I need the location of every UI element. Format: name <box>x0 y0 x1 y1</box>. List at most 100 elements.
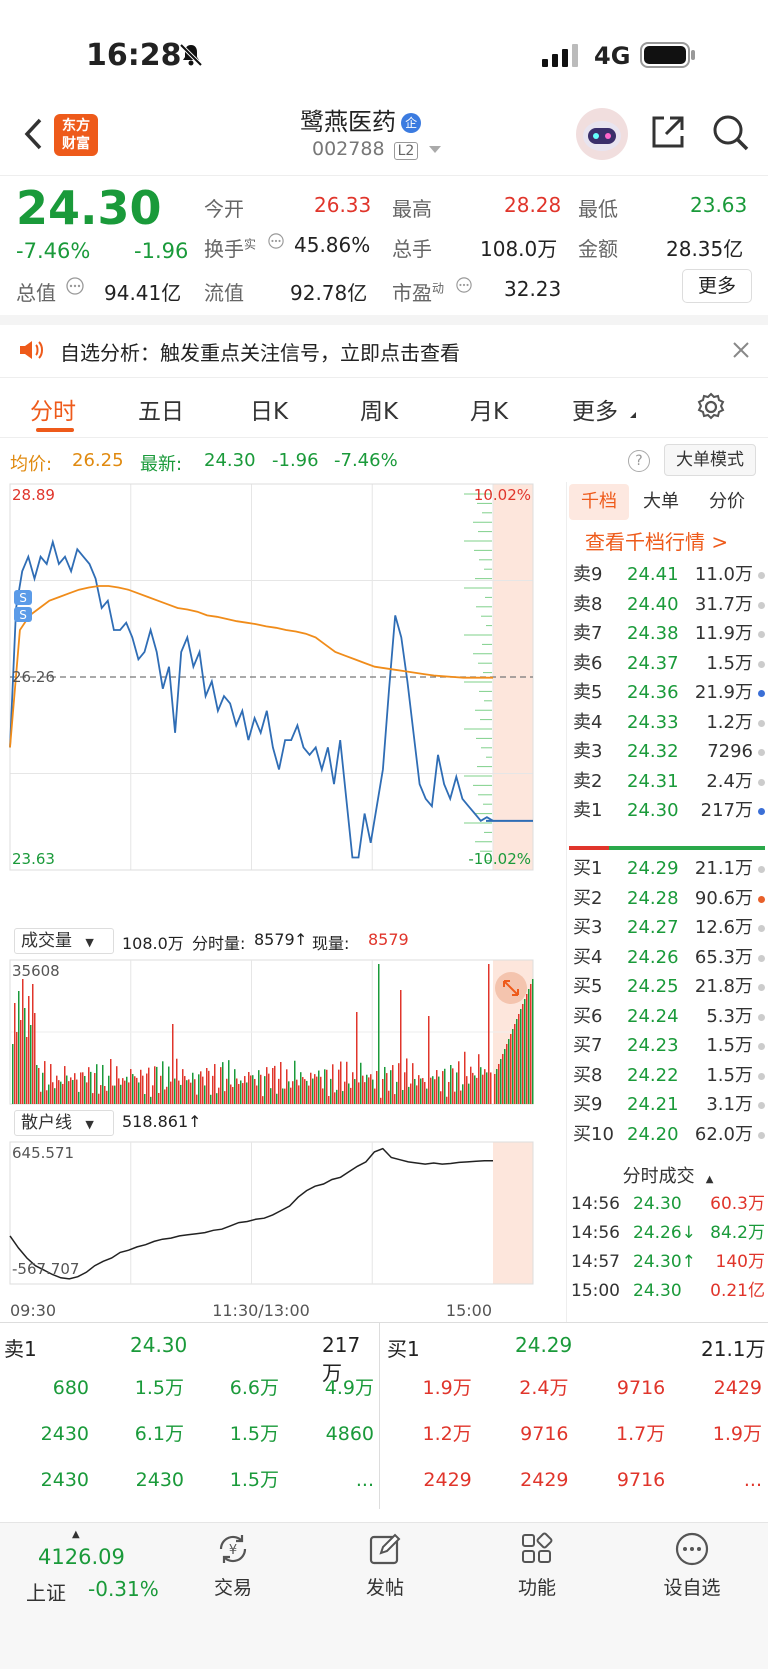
volume-bar <box>372 1079 374 1104</box>
nav-functions[interactable]: 功能 <box>504 1531 570 1611</box>
turnover-info-icon[interactable] <box>268 233 284 249</box>
x-label-close: 15:00 <box>446 1301 492 1320</box>
intraday-info-line: 均价: 26.25 最新: 24.30 -1.96 -7.46% ? 大单模式 <box>0 440 768 482</box>
close-icon[interactable] <box>732 341 750 359</box>
tab-depth[interactable]: 千档 <box>569 484 629 520</box>
volume-bar <box>500 1059 502 1104</box>
back-icon[interactable] <box>22 116 46 152</box>
queue-order-size: 6.1万 <box>134 1423 184 1445</box>
queue-row: 2430 6.1万 1.5万 4860 <box>0 1411 380 1457</box>
ask-level-row[interactable]: 卖7 24.38 11.9万 <box>567 619 768 649</box>
bid-level-label: 买3 <box>573 917 603 938</box>
stock-title[interactable]: 鹭燕医药 企 <box>300 102 500 137</box>
ask-level-row[interactable]: 卖4 24.33 1.2万 <box>567 708 768 738</box>
bid-level-row[interactable]: 买9 24.21 3.1万 <box>567 1090 768 1120</box>
trades-header[interactable]: 分时成交 ▲ <box>567 1162 768 1190</box>
queue-order-size: 1.5万 <box>229 1469 279 1491</box>
ask-level-row[interactable]: 卖9 24.41 11.0万 <box>567 560 768 590</box>
volume-bar <box>92 1093 94 1104</box>
bid-level-volume: 3.1万 <box>706 1094 753 1115</box>
bid-level-row[interactable]: 买10 24.20 62.0万 <box>567 1120 768 1150</box>
index-ticker[interactable]: ▲ 4126.09 上证 -0.31% <box>20 1529 170 1609</box>
ask-level-row[interactable]: 卖8 24.40 31.7万 <box>567 590 768 620</box>
trade-volume: 84.2万 <box>710 1223 765 1243</box>
nav-trade[interactable]: ¥ 交易 <box>200 1531 266 1611</box>
volume-bar <box>116 1066 118 1104</box>
volume-bar <box>126 1076 128 1104</box>
volume-bar <box>186 1080 188 1104</box>
ask-level-volume: 1.5万 <box>706 652 753 674</box>
tab-big-order[interactable]: 大单 <box>643 484 679 520</box>
nav-functions-label: 功能 <box>517 1577 556 1599</box>
ask-level-row[interactable]: 卖3 24.32 7296 <box>567 737 768 767</box>
volume-bar <box>324 1069 326 1104</box>
volume-bar <box>268 1073 270 1104</box>
trade-volume: 60.3万 <box>710 1194 765 1214</box>
bid-level-row[interactable]: 买5 24.25 21.8万 <box>567 972 768 1002</box>
retail-line-chart[interactable]: 645.571 -567.707 09:30 11:30/13:00 15:00 <box>0 1140 565 1320</box>
volume-bar <box>498 1064 500 1104</box>
retail-line-selector[interactable]: 散户线 ▼ <box>14 1110 114 1136</box>
volume-bar <box>68 1081 70 1104</box>
volume-bar <box>312 1078 314 1104</box>
settings-gear-icon[interactable] <box>696 392 726 422</box>
volume-bar <box>422 1078 424 1104</box>
ask-level-dot <box>758 749 765 756</box>
bid-level-volume: 62.0万 <box>694 1123 753 1145</box>
volume-bar <box>310 1072 312 1104</box>
volume-bar <box>288 1081 290 1104</box>
search-icon[interactable] <box>712 114 750 152</box>
volume-bar <box>48 1084 50 1104</box>
tab-monthly-k[interactable]: 月K <box>470 392 508 426</box>
volume-bar <box>502 1054 504 1104</box>
pe-info-icon[interactable] <box>456 277 472 293</box>
bid-level-label: 买6 <box>573 1005 603 1027</box>
bid-level-row[interactable]: 买2 24.28 90.6万 <box>567 884 768 914</box>
bid-level-row[interactable]: 买3 24.27 12.6万 <box>567 913 768 943</box>
bid-level-row[interactable]: 买6 24.24 5.3万 <box>567 1002 768 1032</box>
mktcap-info-icon[interactable] <box>66 277 84 295</box>
volume-chart[interactable]: 35608 <box>0 958 565 1106</box>
depth-quote-link[interactable]: 查看千档行情 > <box>585 526 728 555</box>
ask-level-row[interactable]: 卖1 24.30 217万 <box>567 796 768 826</box>
nav-post[interactable]: 发帖 <box>352 1531 418 1611</box>
big-order-mode-button[interactable]: 大单模式 <box>664 444 756 476</box>
stock-code-row[interactable]: 002788 L2 <box>312 138 442 160</box>
ask-level-row[interactable]: 卖6 24.37 1.5万 <box>567 649 768 679</box>
bid-list: 买1 24.29 21.1万 买2 24.28 90.6万 买3 24.27 12.6万 买4 24… <box>567 854 768 1149</box>
volume-bar <box>196 1094 198 1104</box>
volume-bar <box>50 1064 52 1104</box>
bid-level-row[interactable]: 买1 24.29 21.1万 <box>567 854 768 884</box>
volume-bar <box>34 1013 36 1104</box>
more-button[interactable]: 更多 <box>682 269 752 303</box>
tab-five-day[interactable]: 五日 <box>138 392 184 426</box>
ask-level-volume: 217万 <box>700 800 753 821</box>
tab-weekly-k[interactable]: 周K <box>360 392 398 426</box>
notice-bar[interactable]: 自选分析：触发重点关注信号，立即点击查看 <box>0 325 768 377</box>
volume-bar <box>512 1029 514 1104</box>
ask-level-row[interactable]: 卖5 24.36 21.9万 <box>567 678 768 708</box>
ask-level-row[interactable]: 卖2 24.31 2.4万 <box>567 767 768 797</box>
robot-avatar[interactable] <box>576 108 628 160</box>
charts-area[interactable]: S S 28.89 23.63 26.26 10.02% -10.02% 成交量 ▼ 108… <box>0 482 565 1322</box>
volume-header: 成交量 ▼ 108.0万 分时量: 8579 ↑ 现量: 8579 <box>10 928 560 956</box>
volume-bar <box>94 1073 96 1104</box>
trade-volume: 0.21亿 <box>710 1281 765 1301</box>
volume-bar <box>482 1074 484 1104</box>
tab-intraday[interactable]: 分时 <box>30 392 76 426</box>
nav-add-watchlist[interactable]: 设自选 <box>652 1531 732 1611</box>
bid-level-row[interactable]: 买7 24.23 1.5万 <box>567 1031 768 1061</box>
share-icon[interactable] <box>650 114 686 150</box>
tab-more[interactable]: 更多 <box>572 392 618 426</box>
tab-daily-k[interactable]: 日K <box>250 392 288 426</box>
help-icon[interactable]: ? <box>628 450 650 472</box>
minute-volume-label: 分时量: <box>192 934 246 953</box>
bid-level-row[interactable]: 买4 24.26 65.3万 <box>567 943 768 973</box>
volume-selector[interactable]: 成交量 ▼ <box>14 928 114 954</box>
price-chart[interactable]: SS 28.89 23.63 26.26 10.02% -10.02% <box>0 482 565 922</box>
volume-bar <box>202 1076 204 1104</box>
bid-level-row[interactable]: 买8 24.22 1.5万 <box>567 1061 768 1091</box>
svg-text:¥: ¥ <box>229 1543 237 1558</box>
tab-price-dist[interactable]: 分价 <box>709 484 745 520</box>
volume-bar <box>100 1085 102 1104</box>
